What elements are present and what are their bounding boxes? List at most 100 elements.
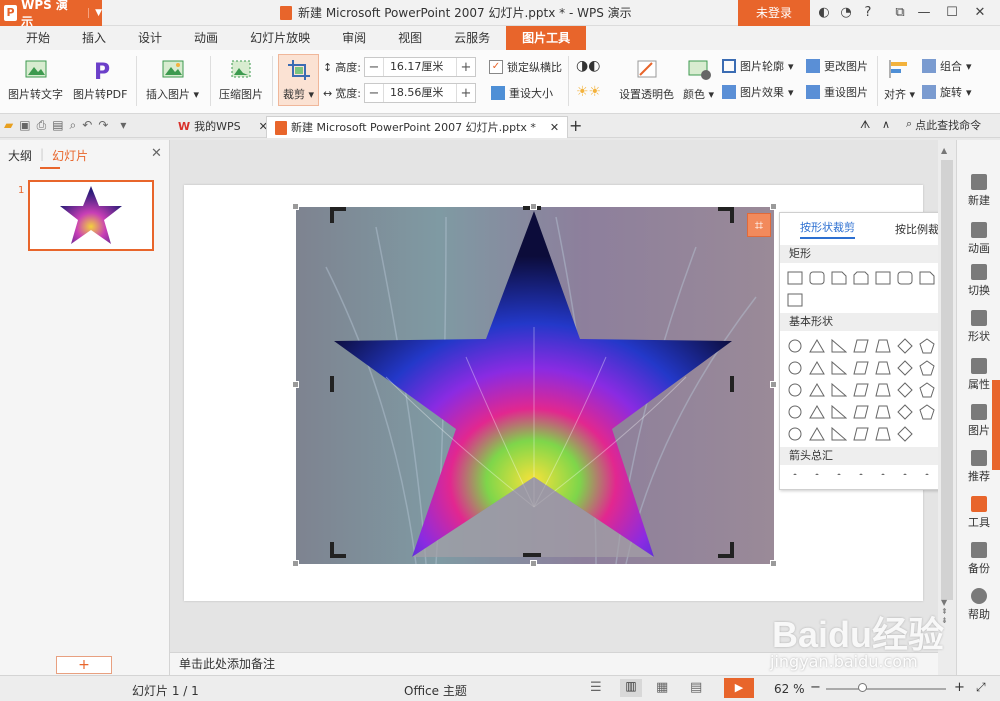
- shape-option[interactable]: [916, 469, 938, 475]
- tab-home[interactable]: 开始: [10, 26, 66, 50]
- decrease-icon[interactable]: −: [365, 60, 383, 75]
- tab-slideshow[interactable]: 幻灯片放映: [234, 26, 326, 50]
- compress-picture-button[interactable]: 压缩图片: [219, 58, 263, 102]
- play-slideshow-icon[interactable]: ▶: [724, 678, 754, 698]
- shape-option[interactable]: [828, 267, 850, 289]
- vertical-scrollbar[interactable]: ▲ ▼ ⇞ ⇟: [938, 140, 956, 675]
- shape-option[interactable]: [806, 401, 828, 423]
- pic-effect-button[interactable]: 图片效果 ▾: [722, 84, 794, 100]
- crop-button[interactable]: 裁剪 ▾: [278, 54, 320, 106]
- resize-handle[interactable]: [530, 560, 537, 567]
- shape-option[interactable]: [850, 357, 872, 379]
- tab-cloud[interactable]: 云服务: [438, 26, 506, 50]
- change-pic-button[interactable]: 更改图片: [806, 58, 868, 74]
- sorter-view-icon[interactable]: ▦: [656, 680, 668, 695]
- increase-icon[interactable]: +: [457, 60, 475, 75]
- width-field[interactable]: −18.56厘米 +: [363, 83, 476, 103]
- crop-handle[interactable]: [330, 376, 334, 392]
- shape-option[interactable]: [806, 357, 828, 379]
- tab-insert[interactable]: 插入: [66, 26, 122, 50]
- shape-option[interactable]: [916, 357, 938, 379]
- maximize-icon[interactable]: ☐: [942, 3, 962, 23]
- tab-my-wps[interactable]: W 我的WPS ✕: [170, 116, 276, 138]
- shape-option[interactable]: [850, 379, 872, 401]
- reset-pic-button[interactable]: 重设图片: [806, 84, 868, 100]
- more-icon[interactable]: ▾: [120, 118, 126, 133]
- crop-handle[interactable]: [718, 542, 734, 558]
- notes-toggle-icon[interactable]: ☰: [590, 680, 602, 695]
- command-search[interactable]: ⌕ 点此查找命令: [906, 117, 981, 133]
- shape-option[interactable]: [894, 379, 916, 401]
- shape-option[interactable]: [828, 423, 850, 445]
- color-button[interactable]: 颜色 ▾: [683, 58, 714, 102]
- crop-handle[interactable]: [523, 553, 541, 557]
- close-icon[interactable]: ✕: [151, 146, 162, 161]
- height-value[interactable]: 16.17厘米: [382, 58, 457, 76]
- shape-option[interactable]: [806, 267, 828, 289]
- shape-option[interactable]: [872, 379, 894, 401]
- brightness-icon[interactable]: ☀☀: [576, 84, 601, 100]
- shape-option[interactable]: [894, 267, 916, 289]
- shape-option[interactable]: [806, 469, 828, 475]
- shape-option[interactable]: [894, 335, 916, 357]
- reading-view-icon[interactable]: ▤: [690, 680, 702, 695]
- restore-icon[interactable]: ⧉: [890, 3, 910, 23]
- crop-handle[interactable]: [330, 542, 346, 558]
- shape-option[interactable]: [894, 401, 916, 423]
- tab-slides[interactable]: 幻灯片: [52, 147, 88, 164]
- tab-animation[interactable]: 动画: [178, 26, 234, 50]
- shape-option[interactable]: [894, 357, 916, 379]
- shape-option[interactable]: [784, 379, 806, 401]
- insert-picture-button[interactable]: 插入图片 ▾: [146, 58, 199, 102]
- sidebar-item-transition[interactable]: 切换: [957, 264, 1000, 298]
- shape-option[interactable]: [850, 267, 872, 289]
- redo-icon[interactable]: ↷: [98, 118, 108, 133]
- shape-option[interactable]: [806, 335, 828, 357]
- tab-design[interactable]: 设计: [122, 26, 178, 50]
- shape-option[interactable]: [784, 335, 806, 357]
- resize-handle[interactable]: [292, 560, 299, 567]
- shape-option[interactable]: [894, 423, 916, 445]
- shape-option[interactable]: [872, 423, 894, 445]
- scroll-thumb[interactable]: [941, 160, 953, 600]
- shape-option[interactable]: [784, 469, 806, 475]
- tab-picture-tools[interactable]: 图片工具: [506, 26, 587, 50]
- app-menu-button[interactable]: P WPS 演示 ▼: [0, 0, 102, 29]
- tab-current-document[interactable]: 新建 Microsoft PowerPoint 2007 幻灯片.pptx * …: [266, 116, 569, 139]
- save-icon[interactable]: ▣: [19, 118, 30, 133]
- crop-handle[interactable]: [718, 207, 734, 223]
- expand-icon[interactable]: ∧: [882, 118, 890, 131]
- tab-review[interactable]: 审阅: [326, 26, 382, 50]
- set-transparent-button[interactable]: 设置透明色: [619, 58, 674, 102]
- scroll-up-icon[interactable]: ▲: [941, 146, 947, 155]
- close-icon[interactable]: ✕: [550, 117, 559, 139]
- sidebar-item-backup[interactable]: 备份: [957, 542, 1000, 576]
- zoom-out-icon[interactable]: −: [810, 680, 821, 695]
- shape-option[interactable]: [872, 401, 894, 423]
- increase-icon[interactable]: +: [457, 86, 475, 101]
- resize-handle[interactable]: [770, 203, 777, 210]
- shape-option[interactable]: [828, 335, 850, 357]
- pic-to-pdf-button[interactable]: P 图片转PDF: [73, 58, 127, 102]
- contrast-icon[interactable]: ◑◐: [576, 58, 600, 74]
- shape-option[interactable]: [916, 379, 938, 401]
- normal-view-icon[interactable]: ▥: [620, 679, 642, 697]
- help-icon[interactable]: ?: [858, 3, 878, 23]
- shape-option[interactable]: [828, 379, 850, 401]
- sidebar-item-animation[interactable]: 动画: [957, 222, 1000, 256]
- shape-option[interactable]: [784, 401, 806, 423]
- shape-option[interactable]: [916, 401, 938, 423]
- rotate-button[interactable]: 旋转 ▾: [922, 84, 972, 100]
- resize-handle[interactable]: [292, 203, 299, 210]
- resize-handle[interactable]: [530, 203, 537, 210]
- zoom-in-icon[interactable]: +: [954, 680, 965, 695]
- lock-ratio-checkbox[interactable]: ✓ 锁定纵横比: [489, 59, 562, 75]
- minimize-icon[interactable]: —: [914, 3, 934, 23]
- align-button[interactable]: 对齐 ▾: [884, 58, 915, 102]
- preview-icon[interactable]: ▤: [52, 118, 63, 133]
- zoom-doc-icon[interactable]: ⌕: [70, 118, 77, 133]
- shape-option[interactable]: [828, 469, 850, 475]
- shape-option[interactable]: [850, 423, 872, 445]
- shape-option[interactable]: [806, 379, 828, 401]
- group-button[interactable]: 组合 ▾: [922, 58, 972, 74]
